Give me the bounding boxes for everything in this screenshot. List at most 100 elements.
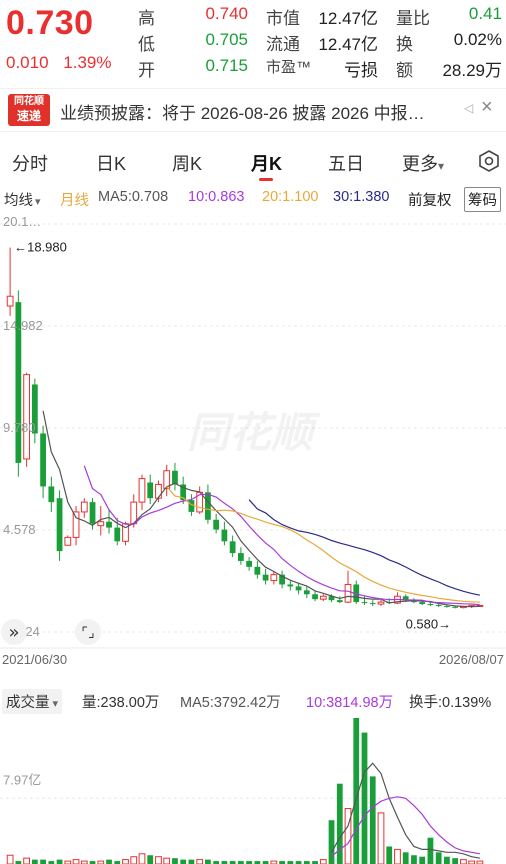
candle-down [40, 433, 46, 487]
volume-bar-down [106, 859, 112, 864]
high-label: 高 [138, 9, 155, 28]
candle-down [435, 605, 442, 607]
indicator-select[interactable]: 成交量 ▾ [2, 689, 63, 714]
ma-type-select[interactable]: 均线 ▾ [4, 189, 41, 210]
ma-legend: 均线 ▾ 月线 MA5:0.708 10:0.863 20:1.100 30:1.… [0, 186, 506, 212]
volume-legend: 成交量 ▾ 量:238.00万 MA5:3792.42万 10:3814.98万 … [0, 688, 506, 714]
volume-bar-up [163, 857, 171, 864]
mktcap-label: 市值 [266, 9, 300, 28]
volume-bar-down [328, 820, 335, 864]
volume-bar-down [361, 732, 368, 864]
tab-more-label: 更多 [402, 154, 438, 174]
volratio-label: 量比 [396, 9, 430, 28]
volume-bar-down [147, 855, 154, 864]
volume-ma10: 10:3814.98万 [306, 695, 394, 711]
max-price-label: ←18.980 [14, 240, 67, 255]
volume-bar-up [6, 854, 14, 864]
candle-down [229, 541, 236, 554]
volume-bar-down [188, 859, 195, 864]
close-icon[interactable]: × [481, 96, 493, 119]
candle-down [172, 470, 178, 485]
change-value: 0.010 [6, 53, 49, 72]
candle-down [246, 560, 253, 567]
volume-bar-down [427, 837, 434, 864]
candle-down [205, 492, 211, 520]
candle-down [106, 521, 112, 528]
candle-down [312, 594, 318, 600]
volume-bar-up [377, 812, 385, 864]
candle-down [444, 606, 450, 608]
tab-more[interactable]: 更多▾ [402, 150, 444, 176]
y-axis-label: 4.578 [3, 522, 36, 537]
volume-bar-up [460, 859, 467, 864]
candle-up [97, 521, 105, 527]
ad-marker-icon: ◁ [464, 101, 474, 115]
adjust-mode[interactable]: 前复权 [408, 189, 452, 210]
kline-chart[interactable]: 同花顺 20.1…14.9829.7804.578-0.624←18.9800.… [0, 212, 506, 686]
volume-bar-down [402, 852, 409, 864]
notice-bar[interactable]: 同花顺 速递 业绩预披露：将于 2026-08-26 披露 2026 中报… ◁… [0, 88, 506, 132]
ma5-value: MA5:0.708 [98, 189, 169, 205]
candle-up [64, 536, 72, 546]
amount-value: 28.29万 [442, 61, 502, 80]
candle-down [114, 527, 121, 542]
y-axis-label: 14.982 [3, 318, 43, 333]
open-value: 0.715 [205, 56, 248, 75]
quote-header: 0.730 0.010 1.39% 高 0.740 低 0.705 开 0.71… [0, 0, 506, 82]
candle-up [72, 511, 80, 538]
price-change: 0.010 1.39% [6, 53, 121, 73]
candle-down [213, 519, 220, 530]
tab-five-day[interactable]: 五日 [328, 150, 364, 176]
low-value: 0.705 [205, 30, 248, 49]
expand-icon: » [8, 622, 19, 643]
fullscreen-icon: ⌜⌟ [81, 625, 94, 641]
candle-up [138, 478, 146, 503]
volume-bar-up [196, 859, 204, 864]
volratio-value: 0.41 [468, 4, 502, 23]
volume-bar-down [435, 852, 442, 864]
open-label: 开 [138, 61, 155, 80]
candle-up [377, 601, 385, 605]
chevron-down-icon: ▾ [52, 698, 59, 710]
period-label: 月线 [60, 193, 89, 209]
watermark: 同花顺 [187, 409, 321, 456]
mktcap-value: 12.47亿 [318, 9, 378, 28]
tab-daily-k[interactable]: 日K [96, 150, 126, 176]
volume-bar-up [23, 857, 30, 864]
volume-bar-down [452, 858, 459, 864]
candle-down [361, 602, 368, 604]
ma20-value: 20:1.100 [262, 189, 319, 205]
chevron-down-icon: ▾ [35, 196, 41, 208]
last-price: 0.730 [6, 4, 94, 42]
turnover-value: 0.02% [453, 30, 502, 49]
volume-bar-down [411, 855, 417, 864]
pe-value: 亏损 [344, 61, 378, 80]
tab-intraday[interactable]: 分时 [12, 150, 48, 176]
logo-line2: 速递 [16, 109, 41, 123]
candle-down [419, 602, 426, 605]
volume-chart[interactable]: 7.97亿 [0, 712, 506, 864]
candle-down [452, 606, 459, 608]
ths-express-logo: 同花顺 速递 [8, 94, 50, 126]
settings-hexagon-icon[interactable] [478, 150, 500, 172]
ma-type-label: 均线 [4, 193, 33, 209]
tab-monthly-k[interactable]: 月K [251, 150, 282, 176]
candle-down [237, 553, 244, 561]
ma30-value: 30:1.380 [333, 189, 390, 205]
volume-bar-up [155, 856, 162, 864]
turnover-label: 换 [396, 35, 413, 54]
tab-weekly-k[interactable]: 周K [172, 150, 202, 176]
volume-bar-down [419, 856, 426, 864]
period-tabs: 分时 日K 周K 月K 五日 更多▾ [0, 138, 506, 182]
notice-text[interactable]: 业绩预披露：将于 2026-08-26 披露 2026 中报… [60, 99, 425, 124]
volume-bar-up [319, 859, 327, 864]
chips-button[interactable]: 筹码 [464, 187, 501, 212]
candle-down [427, 604, 434, 606]
volume-value: 量:238.00万 [82, 695, 160, 711]
candle-down [295, 586, 302, 591]
volume-bar-up [138, 853, 146, 864]
volume-ma5: MA5:3792.42万 [180, 695, 281, 711]
candle-up [6, 295, 14, 307]
turnover-rate: 换手:0.139% [409, 695, 492, 711]
low-label: 低 [138, 35, 155, 54]
